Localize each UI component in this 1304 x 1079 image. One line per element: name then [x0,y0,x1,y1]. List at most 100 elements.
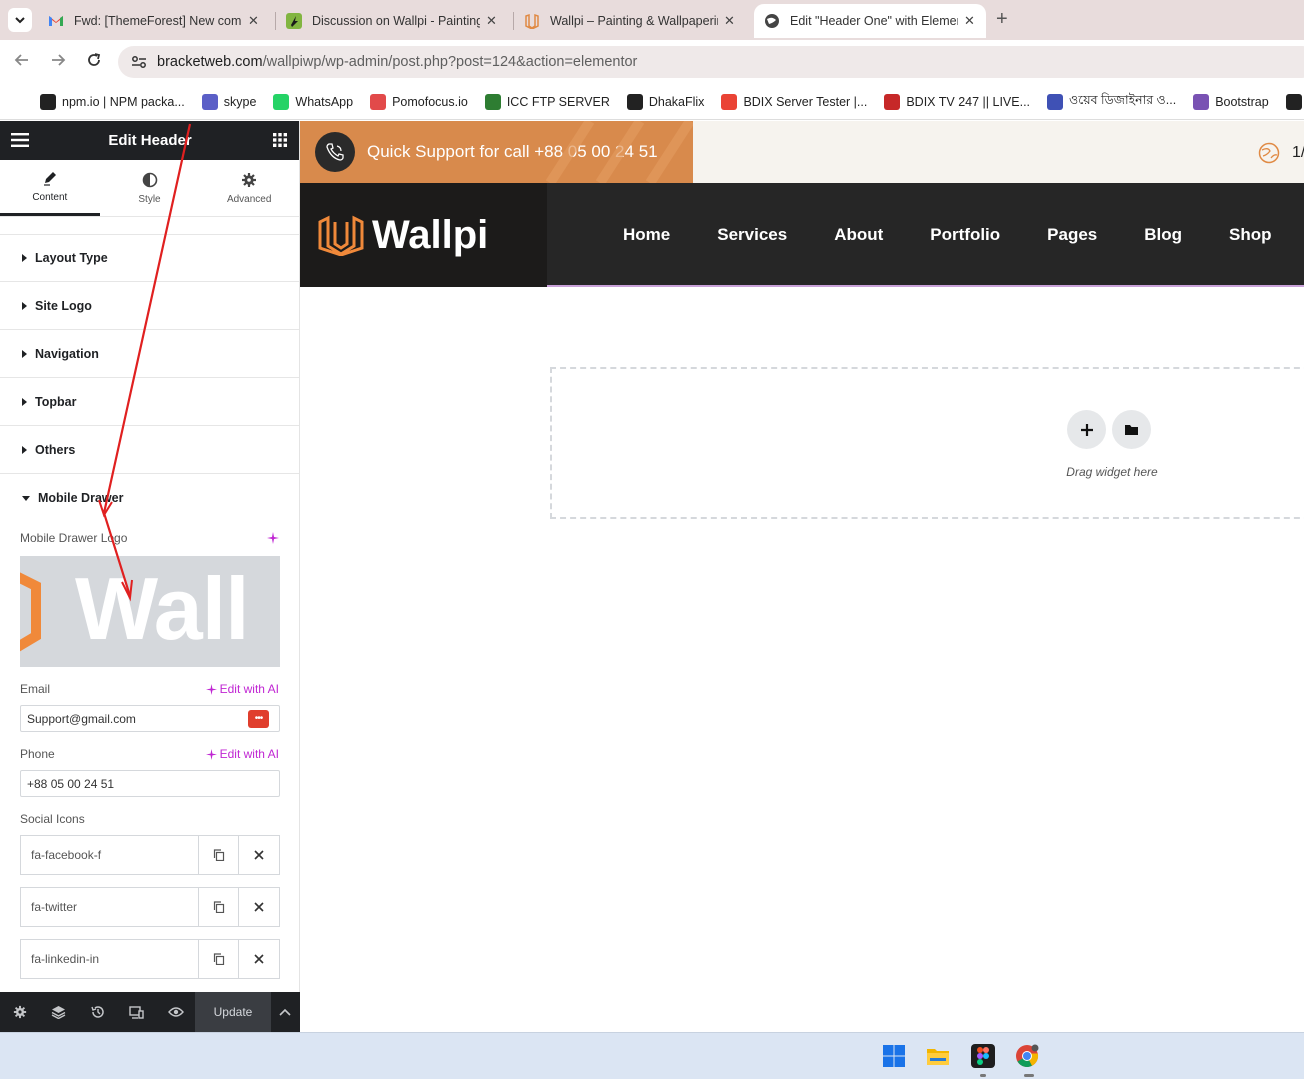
preview-button[interactable] [156,992,195,1032]
close-icon[interactable]: ✕ [248,13,259,29]
caret-down-icon [22,495,30,501]
tab-content[interactable]: Content [0,160,100,216]
tab-title: Fwd: [ThemeForest] New comm [74,14,242,28]
password-manager-icon[interactable]: ••• [248,710,269,728]
file-explorer-icon[interactable] [926,1044,950,1068]
remove-button[interactable] [239,940,279,978]
phone-edit-with-ai-link[interactable]: Edit with AI [205,747,279,761]
settings-button[interactable] [0,992,39,1032]
menu-item-blog[interactable]: Blog [1144,225,1182,245]
bookmark-item[interactable]: WhatF [1285,93,1304,110]
browser-tab-envato[interactable]: Discussion on Wallpi - Painting ✕ [276,4,510,38]
bookmark-item[interactable]: DhakaFlix [626,93,704,110]
browser-tab-wallpi[interactable]: Wallpi – Painting & Wallpaperin ✕ [514,4,752,38]
history-button[interactable] [78,992,117,1032]
site-logo[interactable]: Wallpi [300,183,547,287]
mobile-drawer-logo-preview[interactable]: Wall [20,556,280,667]
phone-icon [315,132,355,172]
browser-tab-gmail[interactable]: Fwd: [ThemeForest] New comm ✕ [38,4,272,38]
close-icon[interactable]: ✕ [964,13,975,29]
remove-button[interactable] [239,888,279,926]
empty-section-dropzone[interactable]: Drag widget here [550,367,1304,519]
section-title: Mobile Drawer [38,491,124,505]
section-others[interactable]: Others [0,426,299,474]
tab-search-button[interactable] [8,8,32,32]
email-edit-with-ai-link[interactable]: Edit with AI [205,682,279,696]
menu-item-services[interactable]: Services [717,225,787,245]
dropzone-actions [1067,410,1151,449]
support-banner: Quick Support for call +88 05 00 24 51 [300,121,693,183]
repeater-item-title[interactable]: fa-linkedin-in [21,940,199,978]
email-field[interactable]: Support@gmail.com ••• [20,705,280,732]
url-text: bracketweb.com/wallpiwp/wp-admin/post.ph… [157,54,637,70]
bookmark-item[interactable]: BDIX Server Tester |... [721,93,867,110]
close-icon[interactable]: ✕ [724,13,735,29]
site-settings-icon[interactable] [130,53,148,71]
close-icon[interactable]: ✕ [486,13,497,29]
add-template-button[interactable] [1112,410,1151,449]
folder-icon [1125,425,1138,435]
plus-icon [1080,423,1093,436]
bookmark-item[interactable]: ICC FTP SERVER [484,93,610,110]
wallpi-logo-mark [318,215,364,256]
duplicate-button[interactable] [199,940,239,978]
email-label: Email [20,682,51,696]
bookmark-item[interactable]: Pomofocus.io [370,93,468,110]
gmail-icon [49,16,63,26]
section-navigation[interactable]: Navigation [0,330,299,378]
repeater-item[interactable]: fa-facebook-f [20,835,280,875]
menu-item-home[interactable]: Home [623,225,670,245]
bookmark-label: ওয়েব ডিজাইনার ও... [1069,92,1177,107]
bookmark-item[interactable]: ওয়েব ডিজাইনার ও... [1047,92,1176,112]
bookmark-label: skype [223,94,257,109]
chrome-icon[interactable] [1015,1044,1039,1068]
browser-tab-elementor[interactable]: Edit "Header One" with Element ✕ [754,4,986,38]
forward-button[interactable] [48,52,68,72]
windows-start-icon[interactable] [882,1044,906,1068]
repeater-item-title[interactable]: fa-twitter [21,888,199,926]
navigator-button[interactable] [39,992,78,1032]
new-tab-button[interactable]: + [996,8,1008,31]
copy-icon [213,849,224,861]
add-section-button[interactable] [1067,410,1106,449]
bookmark-favicon-icon [370,93,387,110]
responsive-mode-button[interactable] [117,992,156,1032]
duplicate-button[interactable] [199,836,239,874]
menu-item-portfolio[interactable]: Portfolio [930,225,1000,245]
tab-advanced[interactable]: Advanced [199,160,299,216]
save-options-button[interactable] [271,992,299,1032]
ai-sparkle-icon[interactable] [267,532,279,544]
duplicate-button[interactable] [199,888,239,926]
bookmark-item[interactable]: WhatsApp [273,93,353,110]
section-layout-type[interactable]: Layout Type [0,234,299,282]
widgets-grid-icon[interactable] [273,133,287,147]
repeater-item[interactable]: fa-twitter [20,887,280,927]
bookmark-item[interactable]: npm.io | NPM packa... [40,93,185,110]
menu-item-shop[interactable]: Shop [1229,225,1272,245]
section-mobile-drawer[interactable]: Mobile Drawer [0,474,299,522]
section-site-logo[interactable]: Site Logo [0,282,299,330]
repeater-item[interactable]: fa-linkedin-in [20,939,280,979]
menu-item-pages[interactable]: Pages [1047,225,1097,245]
tab-label: Content [32,192,68,203]
tab-label: Style [138,193,161,205]
section-title: Navigation [35,346,99,361]
bookmark-item[interactable]: BDIX TV 247 || LIVE... [884,93,1030,110]
repeater-item-title[interactable]: fa-facebook-f [21,836,199,874]
bookmark-favicon-icon [721,93,738,110]
reload-button[interactable] [84,52,104,72]
remove-button[interactable] [239,836,279,874]
menu-item-about[interactable]: About [834,225,883,245]
bookmark-item[interactable]: skype [201,93,257,110]
back-button[interactable] [12,52,32,72]
section-topbar[interactable]: Topbar [0,378,299,426]
main-menu: Home Services About Portfolio Pages Blog… [623,183,1304,287]
tab-style[interactable]: Style [100,160,200,216]
address-bar[interactable]: bracketweb.com/wallpiwp/wp-admin/post.ph… [118,46,1304,78]
bookmark-label: npm.io | NPM packa... [62,94,185,109]
bookmark-favicon-icon [273,93,290,110]
figma-icon[interactable] [971,1044,995,1068]
phone-field[interactable]: +88 05 00 24 51 [20,770,280,797]
bookmark-item[interactable]: Bootstrap [1193,93,1269,110]
update-button[interactable]: Update [195,992,271,1032]
